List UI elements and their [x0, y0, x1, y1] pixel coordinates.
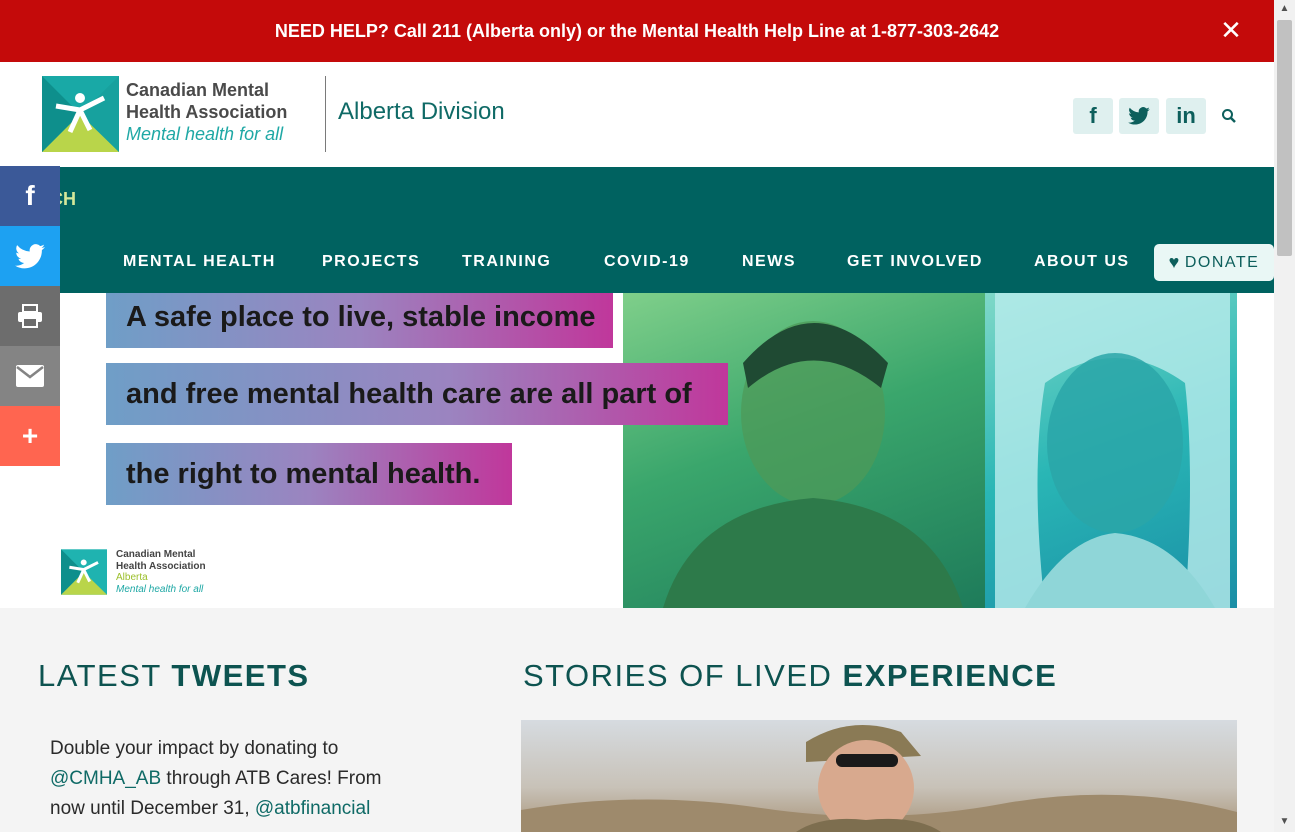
- soldier-photo-image: [521, 724, 1237, 832]
- site-header: Canadian Mental Health Association Menta…: [0, 62, 1274, 167]
- hero-photo-man: [623, 293, 985, 608]
- heart-icon: ♥: [1168, 252, 1181, 272]
- cmha-alberta-logo-icon: [61, 549, 107, 595]
- latest-tweets-title-bold: TWEETS: [171, 658, 310, 693]
- hero-banner[interactable]: A safe place to live, stable income and …: [0, 293, 1274, 608]
- stories-title-bold: EXPERIENCE: [842, 658, 1058, 693]
- close-icon[interactable]: ✕: [1220, 17, 1242, 43]
- stories-title: STORIES OF LIVED EXPERIENCE: [523, 658, 1057, 694]
- scrollbar-thumb[interactable]: [1277, 20, 1292, 256]
- donate-label: DONATE: [1184, 253, 1260, 271]
- nav-item-mental-health[interactable]: MENTAL HEALTH: [123, 253, 276, 271]
- logo-line1: Canadian Mental: [126, 80, 270, 100]
- twitter-bird-icon: [1128, 107, 1150, 125]
- hero-text-line-3: the right to mental health.: [106, 443, 512, 505]
- plus-icon: +: [21, 420, 39, 451]
- man-portrait-image: [663, 321, 963, 608]
- logo-line2: Health Association: [126, 102, 288, 122]
- tweet-mention-cmha[interactable]: @CMHA_AB: [50, 768, 161, 789]
- tweet-text: Double your impact by donating to @CMHA_…: [50, 734, 410, 824]
- share-facebook-button[interactable]: f: [0, 166, 60, 226]
- twitter-icon: [15, 243, 45, 268]
- logo-text: Canadian Mental Health Association Menta…: [126, 79, 287, 145]
- search-icon[interactable]: [1221, 108, 1237, 124]
- share-twitter-button[interactable]: [0, 226, 60, 286]
- facebook-icon: f: [25, 180, 35, 211]
- stories-title-light: STORIES OF LIVED: [523, 658, 843, 693]
- share-email-button[interactable]: [0, 346, 60, 406]
- page: NEED HELP? Call 211 (Alberta only) or th…: [0, 0, 1295, 832]
- page-scrollbar[interactable]: ▲ ▼: [1274, 0, 1295, 832]
- tweet-mention-atb[interactable]: @atbfinancial: [255, 798, 370, 819]
- logo-tagline: Mental health for all: [126, 124, 284, 144]
- hero-photo-woman: [985, 293, 1237, 608]
- main-nav: CH MENTAL HEALTH PROJECTS TRAINING COVID…: [0, 167, 1274, 293]
- cmha-logo-mark-icon: [42, 76, 119, 152]
- twitter-icon[interactable]: [1119, 98, 1159, 134]
- hero-text-line-1: A safe place to live, stable income: [106, 293, 613, 348]
- linkedin-icon[interactable]: in: [1166, 98, 1206, 134]
- donate-button[interactable]: ♥ DONATE: [1154, 244, 1274, 281]
- scroll-down-arrow-icon[interactable]: ▼: [1274, 813, 1295, 830]
- nav-item-news[interactable]: NEWS: [742, 253, 796, 271]
- hero-logo-line2: Health Association: [116, 560, 206, 572]
- hero-logo-line1: Canadian Mental: [116, 549, 196, 560]
- hero-text-line-2: and free mental health care are all part…: [106, 363, 728, 425]
- scroll-up-arrow-icon[interactable]: ▲: [1274, 0, 1295, 17]
- latest-tweets-title-light: LATEST: [38, 658, 172, 693]
- help-bar-text[interactable]: NEED HELP? Call 211 (Alberta only) or th…: [275, 21, 999, 42]
- hero-logo-tagline: Mental health for all: [116, 583, 204, 595]
- nav-item-covid-19[interactable]: COVID-19: [604, 253, 690, 271]
- hero-logo-region: Alberta: [116, 572, 148, 583]
- story-photo[interactable]: [521, 720, 1237, 832]
- cmha-logo[interactable]: Canadian Mental Health Association Menta…: [42, 76, 307, 152]
- facebook-icon[interactable]: f: [1073, 98, 1113, 134]
- share-more-button[interactable]: +: [0, 406, 60, 466]
- email-icon: [16, 365, 44, 387]
- share-print-button[interactable]: [0, 286, 60, 346]
- division-name[interactable]: Alberta Division: [338, 98, 505, 126]
- hero-logo-text: Canadian Mental Health Association Alber…: [116, 549, 206, 595]
- nav-item-training[interactable]: TRAINING: [462, 253, 551, 271]
- woman-portrait-image: [995, 293, 1230, 608]
- help-bar: NEED HELP? Call 211 (Alberta only) or th…: [0, 0, 1274, 62]
- nav-item-projects[interactable]: PROJECTS: [322, 253, 420, 271]
- latest-tweets-title: LATEST TWEETS: [38, 658, 310, 694]
- print-icon: [18, 304, 42, 328]
- logo-divider: [325, 76, 326, 152]
- nav-item-about-us[interactable]: ABOUT US: [1034, 253, 1130, 271]
- tweet-text-1: Double your impact by donating to: [50, 738, 339, 759]
- nav-item-get-involved[interactable]: GET INVOLVED: [847, 253, 983, 271]
